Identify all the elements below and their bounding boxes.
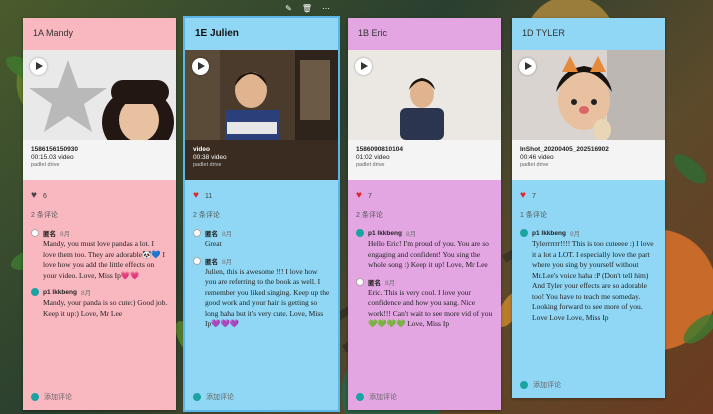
video-meta: InShot_20200405_202516902 00:46 video pa… bbox=[512, 140, 665, 180]
add-comment-button[interactable]: 添加评论 bbox=[31, 392, 72, 402]
like-count: 7 bbox=[367, 192, 372, 200]
heart-icon[interactable]: ♥ bbox=[520, 191, 526, 201]
pencil-icon[interactable]: ✎ bbox=[285, 4, 292, 13]
like-count: 7 bbox=[531, 192, 536, 200]
likes-row: ♥ 11 bbox=[185, 180, 338, 204]
video-thumbnail[interactable] bbox=[23, 50, 176, 140]
video-thumbnail[interactable] bbox=[512, 50, 665, 140]
avatar bbox=[193, 256, 201, 265]
video-meta: 1586090810104 01:02 video padlet drive bbox=[348, 140, 501, 180]
avatar bbox=[356, 229, 364, 237]
comment-count[interactable]: 2 条评论 bbox=[348, 204, 501, 224]
post-card-tyler[interactable]: 1D TYLER InShot_20200405_202516902 00:46… bbox=[512, 18, 665, 398]
add-comment-button[interactable]: 添加评论 bbox=[356, 392, 397, 402]
heart-icon[interactable]: ♥ bbox=[193, 191, 199, 201]
likes-row: ♥ 7 bbox=[348, 180, 501, 204]
comment-text: Mandy, your panda is so cute:) Good job.… bbox=[43, 298, 168, 318]
comment-text: Great bbox=[205, 239, 222, 248]
likes-row: ♥ 7 bbox=[512, 180, 665, 204]
post-card-mandy[interactable]: 1A Mandy 1586156150930 00:15.03 video pa… bbox=[23, 18, 176, 410]
comment-text: Tylerrrrrr!!!! This is too cuteeee :) I … bbox=[532, 239, 654, 322]
comment: 匿名 8月 Mandy, you must love pandas a lot. … bbox=[23, 224, 176, 283]
comment-text: Julien, this is awesome !!! I love how y… bbox=[205, 266, 330, 329]
comment-count[interactable]: 2 条评论 bbox=[185, 204, 338, 224]
video-thumbnail[interactable] bbox=[348, 50, 501, 140]
add-comment-button[interactable]: 添加评论 bbox=[520, 380, 561, 390]
comment-text: Hello Eric! I'm proud of you. You are so… bbox=[368, 239, 489, 269]
avatar bbox=[31, 229, 39, 237]
post-card-julien[interactable]: ✎ 🗑 ⋯ 1E Julien video 00:38 video padlet… bbox=[183, 4, 340, 412]
like-count: 11 bbox=[204, 192, 213, 200]
post-card-eric[interactable]: 1B Eric 1586090810104 01:02 video padlet… bbox=[348, 18, 501, 410]
trash-icon[interactable]: 🗑 bbox=[302, 4, 312, 13]
post-title: 1E Julien bbox=[195, 28, 239, 39]
avatar bbox=[356, 277, 364, 286]
comment: 匿名 8月 Eric. This is very cool. I love you… bbox=[348, 273, 501, 332]
comment-text: Mandy, you must love pandas a lot. I lov… bbox=[43, 239, 166, 280]
play-icon[interactable] bbox=[192, 58, 209, 75]
comment-count[interactable]: 1 条评论 bbox=[512, 204, 665, 224]
play-icon[interactable] bbox=[519, 58, 536, 75]
post-title: 1D TYLER bbox=[522, 28, 565, 38]
comment: 匿名 8月 Julien, this is awesome !!! I love … bbox=[185, 252, 338, 332]
avatar bbox=[31, 288, 39, 296]
play-icon[interactable] bbox=[30, 58, 47, 75]
avatar bbox=[520, 229, 528, 237]
heart-icon[interactable]: ♥ bbox=[356, 191, 362, 201]
avatar bbox=[356, 393, 364, 401]
post-toolbar: ✎ 🗑 ⋯ bbox=[285, 4, 330, 13]
comment: p1 lkkbeng 8月 Hello Eric! I'm proud of yo… bbox=[348, 224, 501, 273]
more-icon[interactable]: ⋯ bbox=[322, 4, 330, 13]
comment-text: Eric. This is very cool. I love your con… bbox=[368, 287, 493, 329]
video-meta: video 00:38 video padlet drive bbox=[185, 140, 338, 180]
avatar bbox=[193, 393, 201, 401]
comment-count[interactable]: 2 条评论 bbox=[23, 204, 176, 224]
video-thumbnail[interactable] bbox=[185, 50, 338, 140]
comment: p1 lkkbeng 8月 Mandy, your panda is so cut… bbox=[23, 283, 176, 321]
video-meta: 1586156150930 00:15.03 video padlet driv… bbox=[23, 140, 176, 180]
like-count: 6 bbox=[42, 192, 47, 200]
likes-row: ♥ 6 bbox=[23, 180, 176, 204]
avatar bbox=[31, 393, 39, 401]
comment: p1 lkkbeng 8月 Tylerrrrrr!!!! This is too … bbox=[512, 224, 665, 325]
comment: 匿名 8月 Great bbox=[185, 224, 338, 252]
avatar bbox=[520, 381, 528, 389]
heart-icon[interactable]: ♥ bbox=[31, 191, 37, 201]
add-comment-button[interactable]: 添加评论 bbox=[193, 392, 234, 402]
play-icon[interactable] bbox=[355, 58, 372, 75]
post-title: 1B Eric bbox=[358, 28, 388, 38]
post-title: 1A Mandy bbox=[33, 28, 74, 38]
avatar bbox=[193, 229, 201, 237]
